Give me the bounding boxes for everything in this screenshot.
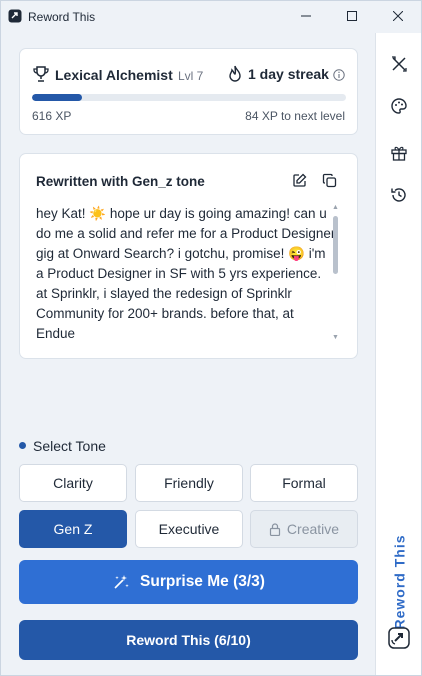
tone-label: Friendly <box>164 475 214 491</box>
flame-icon <box>227 65 243 88</box>
tone-section-title: Select Tone <box>33 438 106 454</box>
sidebar: Reword This <box>375 33 421 675</box>
level-number: Lvl 7 <box>178 69 204 83</box>
tone-label: Clarity <box>53 475 93 491</box>
rewritten-text[interactable]: hey Kat! ☀️ hope ur day is going amazing… <box>36 204 336 346</box>
app-logo-icon <box>8 9 22 23</box>
title-bar: Reword This <box>1 1 421 33</box>
xp-current: 616 XP <box>32 109 72 123</box>
window-title: Reword This <box>28 10 96 24</box>
result-scrollbar[interactable]: ▲ ▼ <box>332 204 340 344</box>
sidebar-brand-text: Reword This <box>391 534 408 630</box>
level-card: Lexical Alchemist Lvl 7 1 day streak 616… <box>19 48 358 135</box>
result-card: Rewritten with Gen_z tone hey Kat! ☀️ ho… <box>19 153 358 359</box>
tone-clarity-button[interactable]: Clarity <box>19 464 127 502</box>
scroll-down-arrow-icon[interactable]: ▼ <box>332 334 339 341</box>
info-icon[interactable] <box>333 68 345 86</box>
surprise-me-label: Surprise Me (3/3) <box>140 573 265 590</box>
app-window: Reword This Lexical Alchemist Lvl 7 1 da… <box>0 0 422 676</box>
tools-icon[interactable] <box>388 53 410 75</box>
close-icon <box>392 8 404 26</box>
level-title: Lexical Alchemist <box>55 67 173 83</box>
surprise-me-button[interactable]: Surprise Me (3/3) <box>19 560 358 604</box>
reword-label: Reword This (6/10) <box>126 632 251 648</box>
xp-progress-fill <box>32 94 83 101</box>
minimize-button[interactable] <box>283 1 329 33</box>
close-button[interactable] <box>375 1 421 33</box>
tone-creative-button[interactable]: Creative <box>250 510 358 548</box>
gift-icon[interactable] <box>388 142 410 164</box>
maximize-icon <box>347 8 357 26</box>
reword-button[interactable]: Reword This (6/10) <box>19 620 358 660</box>
xp-progress-bar <box>32 94 346 101</box>
tone-label: Creative <box>286 521 340 537</box>
tone-label: Gen Z <box>53 521 93 537</box>
result-title: Rewritten with Gen_z tone <box>36 174 205 189</box>
copy-icon[interactable] <box>322 173 337 193</box>
tone-friendly-button[interactable]: Friendly <box>135 464 243 502</box>
tone-header-dot <box>19 442 26 449</box>
maximize-button[interactable] <box>329 1 375 33</box>
scroll-thumb[interactable] <box>333 216 338 274</box>
edit-icon[interactable] <box>292 173 307 193</box>
palette-icon[interactable] <box>388 95 410 117</box>
main-panel: Lexical Alchemist Lvl 7 1 day streak 616… <box>1 33 375 675</box>
scroll-up-arrow-icon[interactable]: ▲ <box>332 204 339 211</box>
streak-label: 1 day streak <box>248 66 329 82</box>
lock-icon <box>269 522 281 536</box>
tone-label: Formal <box>282 475 326 491</box>
tone-label: Executive <box>158 521 220 537</box>
tone-genz-button[interactable]: Gen Z <box>19 510 127 548</box>
tone-formal-button[interactable]: Formal <box>250 464 358 502</box>
tone-executive-button[interactable]: Executive <box>135 510 243 548</box>
history-icon[interactable] <box>388 184 410 206</box>
app-logo-icon[interactable] <box>388 627 410 649</box>
sparkle-icon <box>112 573 130 591</box>
xp-to-next-level: 84 XP to next level <box>245 109 345 123</box>
minimize-icon <box>301 8 311 26</box>
trophy-icon <box>32 65 50 88</box>
